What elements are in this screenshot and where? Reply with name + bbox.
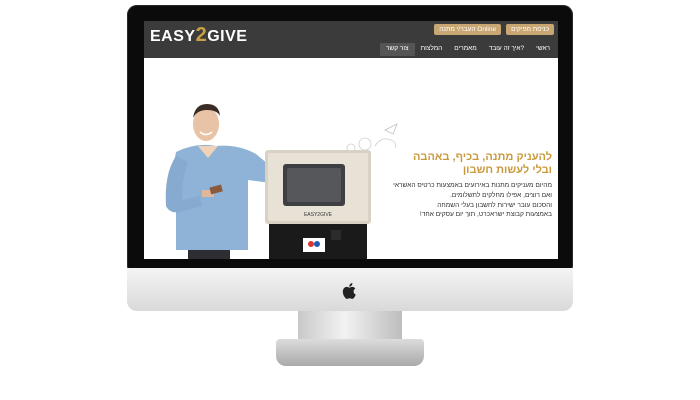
imac-stand-neck [298,311,402,341]
imac-stand-base [276,339,424,366]
online-gift-button[interactable]: העבר/י מתנה Online [434,24,502,35]
hero-body-text: מהיום מעניקים מתנות באירועים באמצעות כרט… [352,181,552,220]
logo-text-prefix: EASY [150,28,196,45]
hero-headline-line-1: להעניק מתנה, בכיף, באהבה [413,151,552,163]
hero-body-line: ואם רוצים, אפילו מחלקים לתשלומים. [450,191,552,199]
hero-body-line: והסכום עובר ישירות לחשבון בעלי השמחה [437,201,552,209]
hero-body-line: באמצעות קבוצת ישראכרט, תוך יום עסקים אחד… [419,211,552,219]
site-header: EASY2GIVE העבר/י מתנה Online כניסת מפיקי… [144,21,558,58]
hero-section: EASY2GIVE להעניק מתנה, בכיף, באהבה ובלי … [144,58,558,259]
apple-icon [342,283,356,299]
site-logo[interactable]: EASY2GIVE [150,24,247,47]
producer-login-button[interactable]: כניסת מפיקים [506,24,554,35]
top-buttons: העבר/י מתנה Online כניסת מפיקים [434,24,554,35]
nav-item-how-it-works[interactable]: איך זה עובד? [483,43,530,56]
hero-headline: להעניק מתנה, בכיף, באהבה ובלי לעשות חשבו… [352,151,552,177]
hero-body-line: מהיום מעניקים מתנות באירועים באמצעות כרט… [393,182,552,189]
nav-item-home[interactable]: ראשי [530,43,556,56]
nav-item-articles[interactable]: מאמרים [448,43,482,56]
logo-text-suffix: GIVE [207,28,248,45]
kiosk-brand-text: EASY2GIVE [304,212,333,218]
logo-text-accent: 2 [195,24,208,46]
screen: EASY2GIVE העבר/י מתנה Online כניסת מפיקי… [144,21,558,259]
nav-item-testimonials[interactable]: המלצות [415,43,449,56]
main-nav: ראשי איך זה עובד? מאמרים המלצות צור קשר [380,43,556,56]
hero-headline-line-2: ובלי לעשות חשבון [462,164,552,176]
nav-item-contact[interactable]: צור קשר [380,43,415,56]
